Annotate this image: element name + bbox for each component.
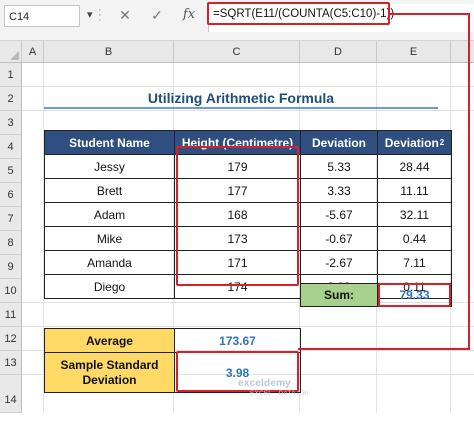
superscript-two: 2 [439, 138, 445, 147]
row-header[interactable]: 5 [0, 159, 22, 183]
cell-deviation-squared[interactable]: 7.11 [377, 250, 452, 275]
cell-deviation[interactable]: -2.67 [300, 250, 378, 275]
column-header-b[interactable]: B [44, 41, 174, 63]
column-header-a[interactable]: A [22, 41, 44, 63]
sample-std-dev-label[interactable]: Sample Standard Deviation [44, 352, 175, 393]
row-header[interactable]: 8 [0, 231, 22, 255]
cell-deviation[interactable]: 5.33 [300, 154, 378, 179]
row-header[interactable]: 3 [0, 111, 22, 135]
formula-highlight-box [207, 2, 390, 25]
column-header-c[interactable]: C [174, 41, 300, 63]
average-label[interactable]: Average [44, 328, 175, 353]
name-box[interactable]: C14 [4, 5, 80, 27]
sum-label[interactable]: Sum: [300, 283, 378, 307]
cell-student-name[interactable]: Jessy [44, 154, 175, 179]
cell-student-name[interactable]: Diego [44, 274, 175, 299]
exceldemy-watermark-tagline: EXCEL · DATA · BI [250, 391, 310, 397]
row-header[interactable]: 4 [0, 135, 22, 159]
sum-highlight [378, 283, 451, 307]
more-icon: · · · [98, 4, 102, 26]
row-header[interactable]: 9 [0, 255, 22, 279]
column-header-f[interactable] [451, 41, 474, 63]
enter-icon[interactable]: ✓ [146, 4, 168, 26]
cancel-icon[interactable]: ✕ [114, 4, 136, 26]
row-header[interactable]: 10 [0, 279, 22, 303]
sheet-title: Utilizing Arithmetic Formula [44, 87, 438, 109]
column-header-e[interactable]: E [377, 41, 451, 63]
chevron-down-icon[interactable]: ▾ [87, 8, 93, 21]
cell-student-name[interactable]: Adam [44, 202, 175, 227]
connector-line [468, 13, 470, 350]
cell-student-name[interactable]: Amanda [44, 250, 175, 275]
header-deviation[interactable]: Deviation [300, 130, 378, 155]
header-deviation-squared[interactable]: Deviation 2 [377, 130, 452, 155]
average-value[interactable]: 173.67 [174, 328, 301, 353]
cell-deviation-squared[interactable]: 28.44 [377, 154, 452, 179]
gridline [22, 326, 474, 327]
exceldemy-watermark: exceldemy [238, 378, 291, 389]
row-header[interactable]: 7 [0, 207, 22, 231]
cell-student-name[interactable]: Mike [44, 226, 175, 251]
row-header[interactable]: 14 [0, 375, 22, 413]
row-header[interactable]: 13 [0, 351, 22, 375]
gridline [22, 110, 474, 111]
column-header-d[interactable]: D [300, 41, 377, 63]
row-header[interactable]: 1 [0, 63, 22, 87]
row-header[interactable]: 6 [0, 183, 22, 207]
cell-deviation[interactable]: -5.67 [300, 202, 378, 227]
connector-line [298, 348, 470, 350]
insert-function-icon[interactable]: fx [178, 4, 200, 26]
select-all-corner[interactable] [0, 41, 22, 63]
cell-deviation-squared[interactable]: 32.11 [377, 202, 452, 227]
height-range-highlight [176, 146, 299, 286]
header-deviation-squared-text: Deviation [384, 135, 439, 150]
cell-deviation[interactable]: -0.67 [300, 226, 378, 251]
row-header[interactable]: 11 [0, 303, 22, 327]
row-header[interactable]: 2 [0, 87, 22, 111]
cell-deviation-squared[interactable]: 11.11 [377, 178, 452, 203]
cell-student-name[interactable]: Brett [44, 178, 175, 203]
row-header[interactable]: 12 [0, 327, 22, 351]
header-student-name[interactable]: Student Name [44, 130, 175, 155]
cell-deviation[interactable]: 3.33 [300, 178, 378, 203]
connector-line [390, 13, 470, 15]
cell-deviation-squared[interactable]: 0.44 [377, 226, 452, 251]
